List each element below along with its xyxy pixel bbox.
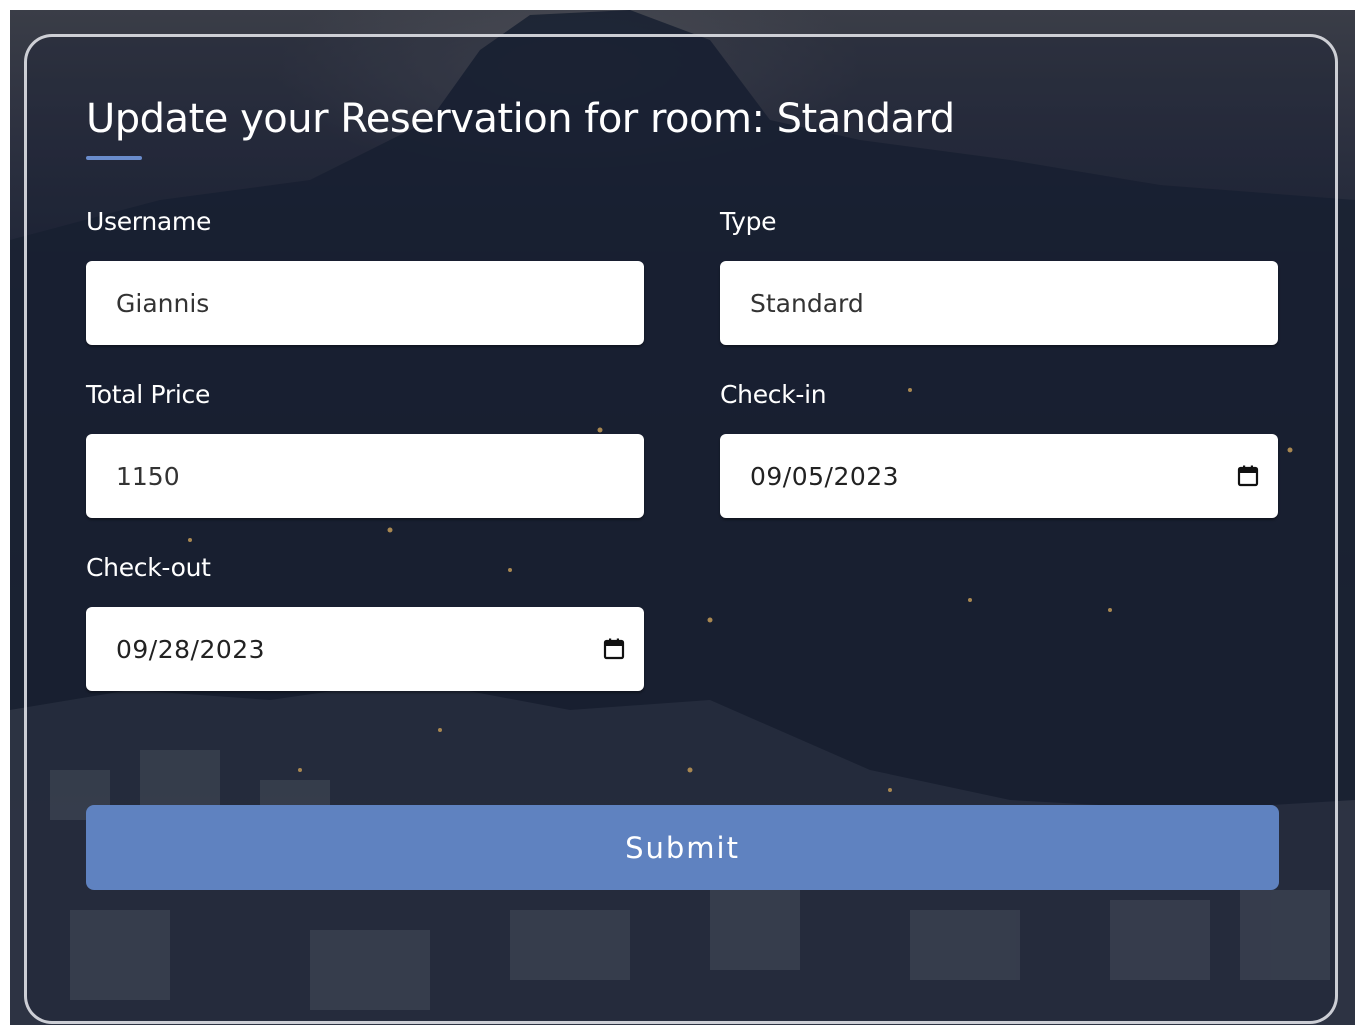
check-out-label: Check-out — [86, 553, 211, 582]
check-out-field[interactable]: 09/28/2023 — [86, 607, 644, 691]
type-value: Standard — [750, 288, 864, 318]
check-in-field[interactable]: 09/05/2023 — [720, 434, 1278, 518]
calendar-icon[interactable] — [1236, 464, 1260, 488]
page: Update your Reservation for room: Standa… — [0, 0, 1360, 1029]
username-value: Giannis — [116, 288, 210, 318]
username-label: Username — [86, 207, 212, 236]
check-out-value: 09/28/2023 — [116, 634, 266, 664]
calendar-icon[interactable] — [602, 637, 626, 661]
title-underline — [86, 156, 142, 160]
total-price-field[interactable]: 1150 — [86, 434, 644, 518]
total-price-value: 1150 — [116, 461, 180, 491]
submit-button[interactable]: Submit — [86, 805, 1279, 890]
form-title: Update your Reservation for room: Standa… — [86, 96, 955, 142]
type-label: Type — [720, 207, 777, 236]
username-field[interactable]: Giannis — [86, 261, 644, 345]
check-in-label: Check-in — [720, 380, 827, 409]
type-field[interactable]: Standard — [720, 261, 1278, 345]
check-in-value: 09/05/2023 — [750, 461, 900, 491]
total-price-label: Total Price — [86, 380, 211, 409]
